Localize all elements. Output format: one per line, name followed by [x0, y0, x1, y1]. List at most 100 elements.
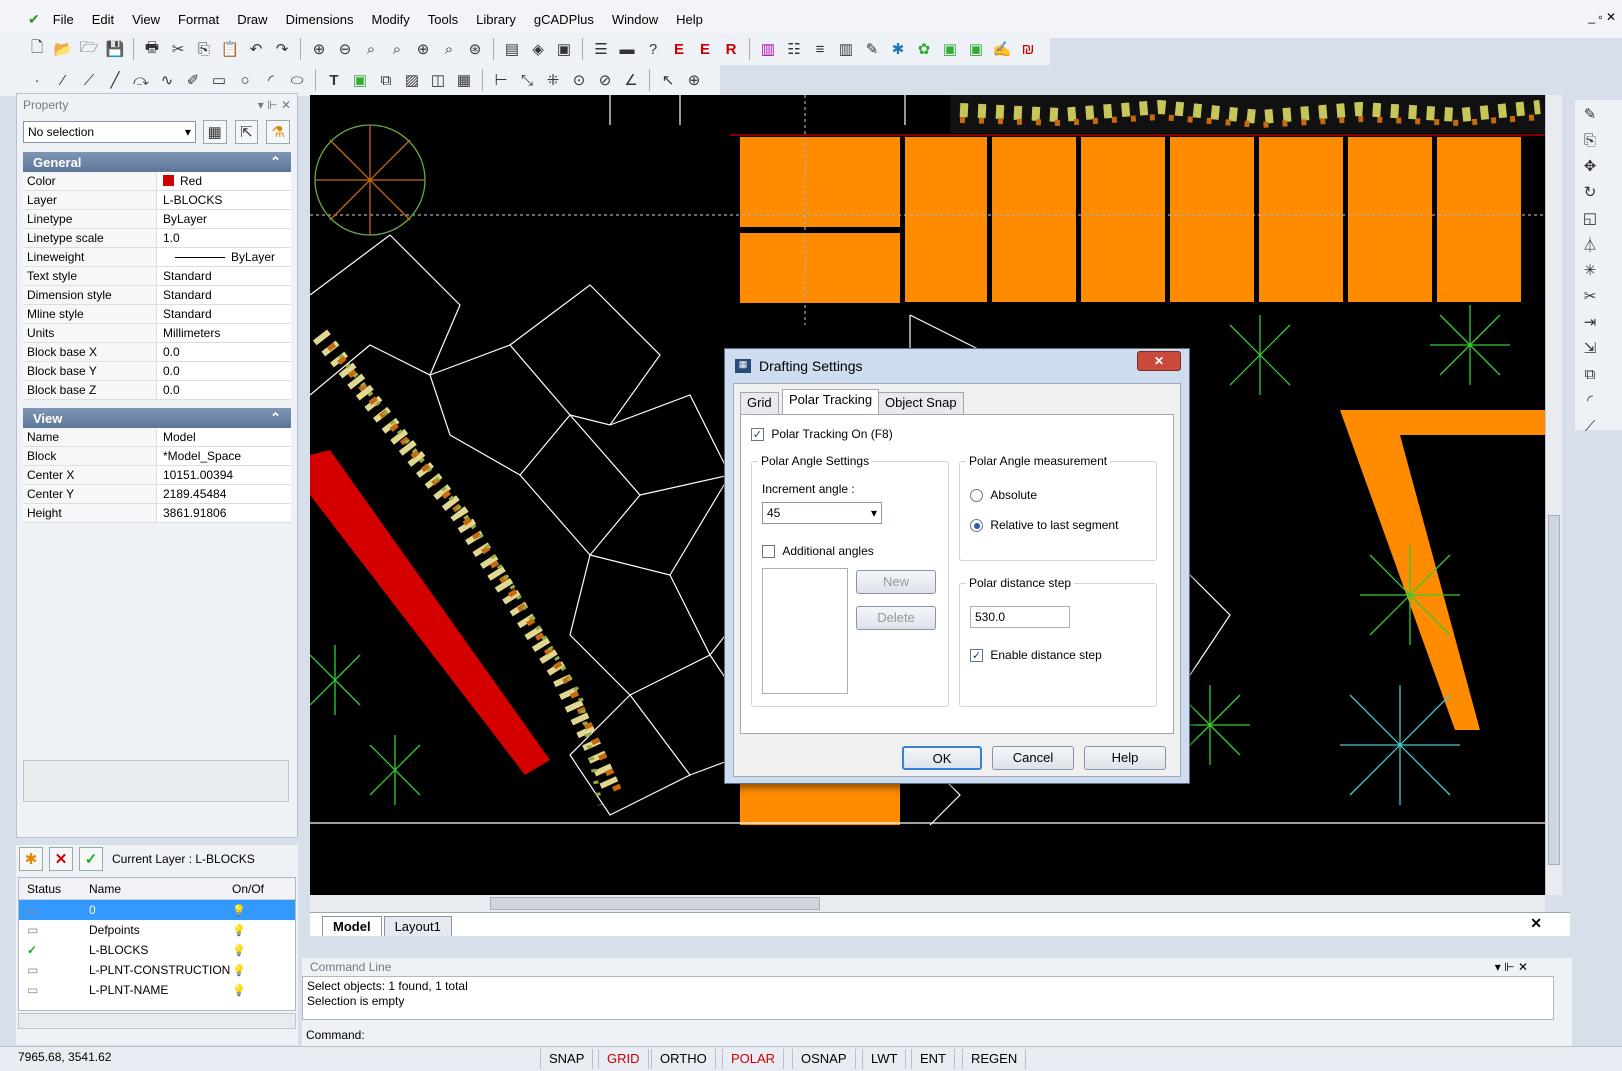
paste-icon[interactable]: 📋 — [218, 37, 242, 61]
menu-modify[interactable]: Modify — [362, 12, 418, 27]
additional-angles-row[interactable]: Additional angles — [762, 544, 874, 559]
zoom-window-icon[interactable]: ⌕ — [385, 37, 409, 61]
menu-dimensions[interactable]: Dimensions — [277, 12, 363, 27]
property-row[interactable]: Height 3861.91806 — [23, 504, 291, 523]
increment-angle-select[interactable]: 45 ▾ — [762, 502, 882, 524]
new-angle-button[interactable]: New — [856, 570, 936, 594]
copy-icon[interactable]: ⎘ — [192, 37, 216, 61]
scale-icon[interactable]: ◱ — [1578, 206, 1602, 230]
property-row[interactable]: Name Model — [23, 428, 291, 447]
horizontal-scrollbar[interactable] — [310, 895, 1545, 912]
move-icon[interactable]: ✥ — [1578, 154, 1602, 178]
help-button[interactable]: Help — [1084, 746, 1166, 770]
color-bars-icon[interactable]: ▥ — [756, 37, 780, 61]
explode-icon[interactable]: ✳ — [1578, 258, 1602, 282]
absolute-row[interactable]: Absolute — [970, 488, 1037, 503]
dimension-aligned-icon[interactable]: ⤡ — [515, 68, 539, 92]
dimension-radius-icon[interactable]: ⊙ — [567, 68, 591, 92]
pick-icon[interactable]: ⇱ — [234, 120, 259, 144]
property-row[interactable]: Color Red — [23, 172, 291, 191]
arc-icon[interactable]: ◜ — [259, 68, 283, 92]
close-drawing-icon[interactable]: ✕ — [1530, 915, 1542, 932]
layer-status-icon[interactable]: ✓ — [19, 943, 89, 957]
zoom-extents-icon[interactable]: ⊕ — [411, 37, 435, 61]
line-icon[interactable]: ⁄ — [51, 68, 75, 92]
construction-line-icon[interactable]: ╱ — [103, 68, 127, 92]
lightbulb-icon[interactable]: 💡 — [232, 904, 262, 917]
osnap-toggle[interactable]: OSNAP — [792, 1049, 856, 1069]
point-icon[interactable]: · — [25, 68, 49, 92]
property-value[interactable]: ByLayer — [157, 210, 291, 228]
text-style-icon[interactable]: E — [693, 37, 717, 61]
center-mark-icon[interactable]: ⊕ — [682, 68, 706, 92]
menu-edit[interactable]: Edit — [83, 12, 123, 27]
property-value[interactable]: 0.0 — [157, 343, 291, 361]
select-objects-icon[interactable]: ▦ — [202, 120, 227, 144]
leader-icon[interactable]: ↖ — [656, 68, 680, 92]
absolute-radio[interactable] — [970, 489, 983, 503]
command-prompt[interactable]: Command: — [306, 1028, 365, 1042]
property-row[interactable]: Mline style Standard — [23, 305, 291, 324]
chamfer-icon[interactable]: ⟋ — [1578, 414, 1602, 438]
open-template-icon[interactable]: 🗁 — [77, 37, 101, 61]
delete-layer-icon[interactable]: ✕ — [49, 847, 73, 871]
plant-tool-icon[interactable]: ✎ — [860, 37, 884, 61]
command-panel-controls[interactable]: ▾ ⊩ ✕ — [1495, 960, 1528, 974]
design-center-icon[interactable]: ▣ — [552, 37, 576, 61]
zoom-out-icon[interactable]: ⊖ — [333, 37, 357, 61]
dimension-diameter-icon[interactable]: ⊘ — [593, 68, 617, 92]
property-value[interactable]: 10151.00394 — [157, 466, 291, 484]
tab-grid[interactable]: Grid — [740, 392, 779, 414]
polyline-icon[interactable]: ⟋ — [77, 68, 101, 92]
property-value[interactable]: 1.0 — [157, 229, 291, 247]
zoom-realtime-icon[interactable]: ⌕ — [359, 37, 383, 61]
undo-icon[interactable]: ↶ — [244, 37, 268, 61]
property-value[interactable]: 0.0 — [157, 381, 291, 399]
rotate-icon[interactable]: ↻ — [1578, 180, 1602, 204]
reference-icon[interactable]: R — [719, 37, 743, 61]
property-row[interactable]: Center X 10151.00394 — [23, 466, 291, 485]
circle-icon[interactable]: ○ — [233, 68, 257, 92]
menu-tools[interactable]: Tools — [419, 12, 467, 27]
new-layer-icon[interactable]: ✱ — [19, 847, 43, 871]
property-value[interactable]: Millimeters — [157, 324, 291, 342]
offset-icon[interactable]: ⧉ — [1578, 362, 1602, 386]
copy-object-icon[interactable]: ⎘ — [1578, 128, 1602, 152]
layer-row[interactable]: ▭ 0 💡 — [19, 900, 295, 920]
menu-draw[interactable]: Draw — [228, 12, 276, 27]
layer-status-icon[interactable]: ▭ — [19, 963, 89, 977]
enable-distance-row[interactable]: ✓ Enable distance step — [970, 648, 1102, 663]
new-file-icon[interactable]: 🗋 — [25, 37, 49, 61]
spline-icon[interactable]: ∿ — [155, 68, 179, 92]
property-value[interactable]: 0.0 — [157, 362, 291, 380]
layer-states-icon[interactable]: ☷ — [782, 37, 806, 61]
snap-toggle[interactable]: SNAP — [540, 1049, 594, 1069]
cancel-button[interactable]: Cancel — [992, 746, 1074, 770]
redo-icon[interactable]: ↷ — [270, 37, 294, 61]
property-row[interactable]: Block *Model_Space — [23, 447, 291, 466]
property-row[interactable]: Lineweight ByLayer — [23, 248, 291, 267]
rectangle-icon[interactable]: ▭ — [207, 68, 231, 92]
linetype-icon[interactable]: ≡ — [808, 37, 832, 61]
erase-icon[interactable]: ✎ — [1578, 102, 1602, 126]
text-icon[interactable]: T — [322, 68, 346, 92]
layout-manager-icon[interactable]: ▣ — [964, 37, 988, 61]
property-row[interactable]: Block base Z 0.0 — [23, 381, 291, 400]
zoom-previous-icon[interactable]: ⌕ — [437, 37, 461, 61]
ok-button[interactable]: OK — [902, 746, 982, 770]
property-row[interactable]: Linetype scale 1.0 — [23, 229, 291, 248]
property-value[interactable]: 3861.91806 — [157, 504, 291, 522]
polar-tracking-on-row[interactable]: ✓ Polar Tracking On (F8) — [751, 427, 893, 442]
additional-angles-list[interactable] — [762, 568, 848, 694]
layer-row[interactable]: ▭ L-PLNT-CONSTRUCTION 💡 — [19, 960, 295, 980]
layer-row[interactable]: ▭ L-PLNT-NAME 💡 — [19, 980, 295, 1000]
arc-line-icon[interactable]: ⤼ — [129, 68, 153, 92]
column-status[interactable]: Status — [19, 882, 89, 896]
ortho-toggle[interactable]: ORTHO — [651, 1049, 716, 1069]
zoom-all-icon[interactable]: ⊛ — [463, 37, 487, 61]
text-edit-icon[interactable]: E — [667, 37, 691, 61]
property-row[interactable]: Dimension style Standard — [23, 286, 291, 305]
dialog-titlebar[interactable]: ▦ Drafting Settings — [725, 349, 1189, 383]
lineweight-icon[interactable]: ▥ — [834, 37, 858, 61]
view-section-header[interactable]: View ⌃ — [23, 408, 291, 428]
